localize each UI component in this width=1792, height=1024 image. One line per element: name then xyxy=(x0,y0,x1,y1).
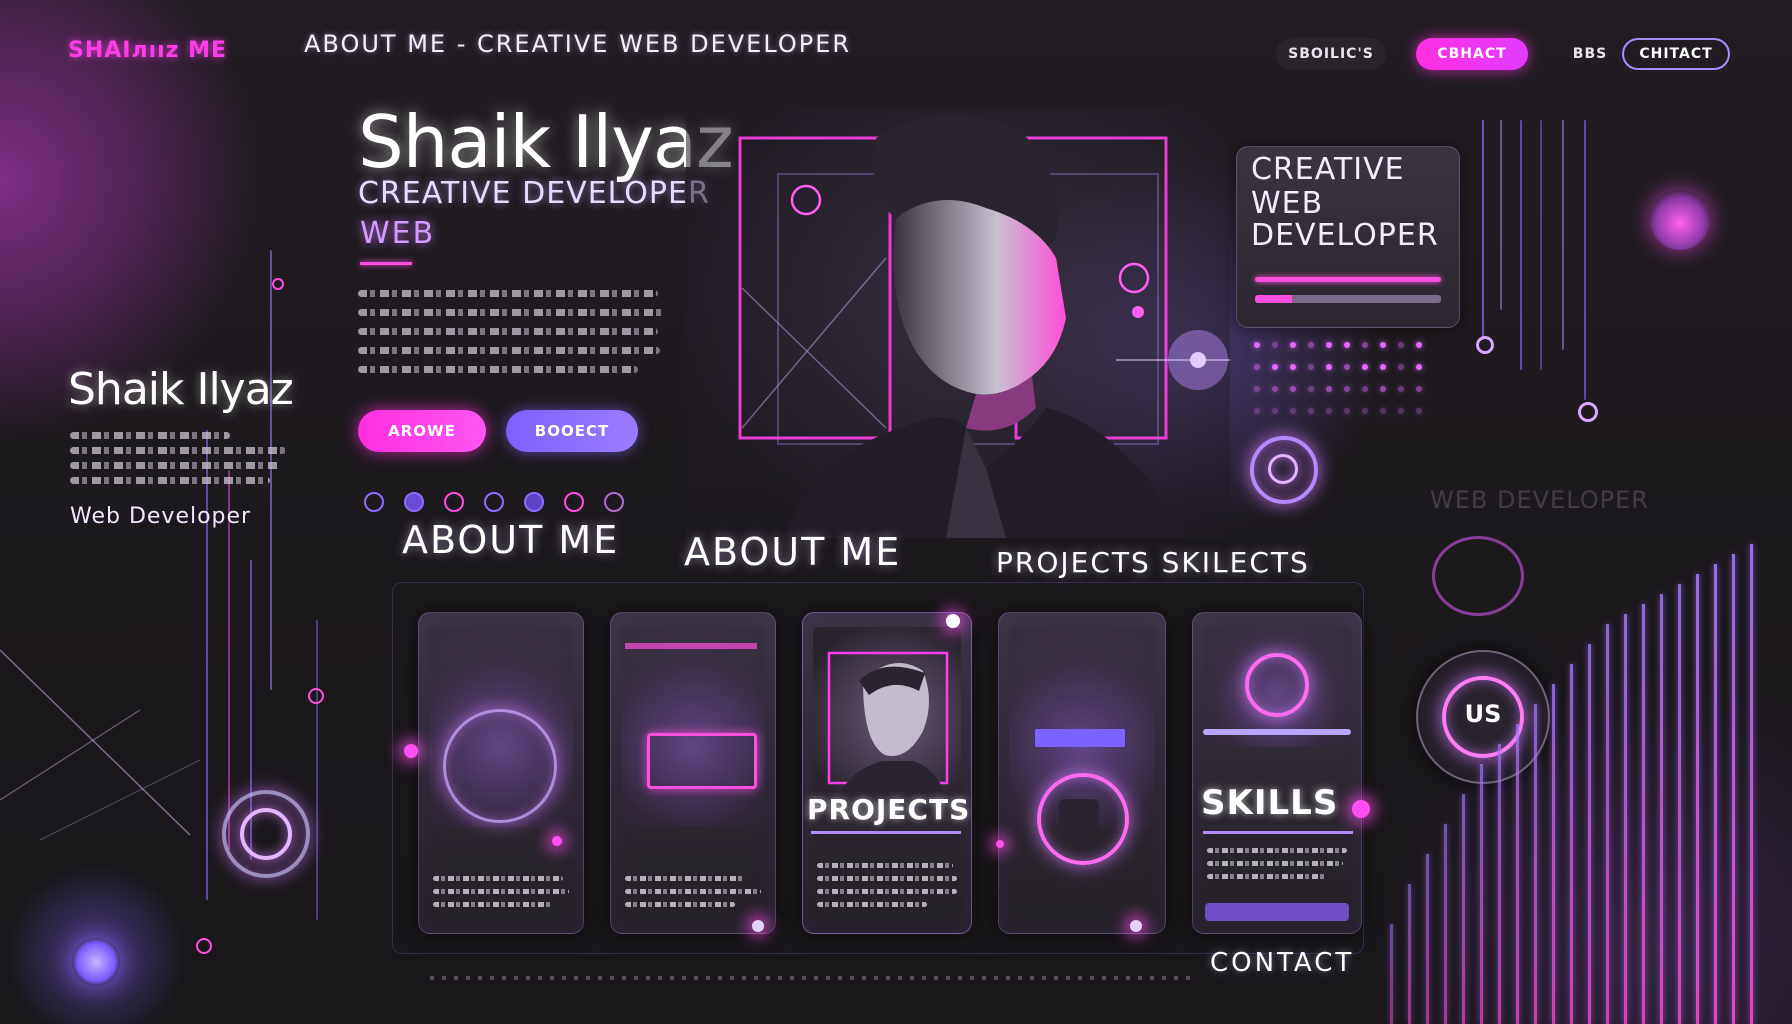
decor-dotted-line xyxy=(430,976,1190,980)
card-bar xyxy=(1035,729,1125,747)
sidebar-role: Web Developer xyxy=(70,504,252,529)
neon-ring-icon xyxy=(1245,653,1309,717)
nav-contact-outline-button[interactable]: CHITACT xyxy=(1622,38,1730,70)
decor-dot-icon xyxy=(196,938,212,954)
contact-button[interactable]: BOOECT xyxy=(506,410,638,452)
sidebar-name: Shaik Ilyaz xyxy=(68,364,294,415)
badge-button[interactable]: US xyxy=(1416,650,1550,784)
decor-dot-icon xyxy=(1578,402,1598,422)
nav-item-label: CBHACT xyxy=(1437,46,1507,62)
contact-button-label: BOOECT xyxy=(534,422,610,440)
developer-portrait-icon xyxy=(686,108,1286,538)
decor-vline xyxy=(1540,120,1542,370)
nav-item-label: BBS xyxy=(1572,46,1608,62)
portfolio-card[interactable] xyxy=(998,612,1166,934)
social-icon[interactable] xyxy=(524,492,544,512)
card-art xyxy=(621,627,765,827)
card-description xyxy=(433,868,569,915)
decor-vline xyxy=(1562,120,1564,350)
glow-dot-icon xyxy=(946,614,960,628)
projects-card[interactable]: PROJECTS xyxy=(802,612,972,934)
skills-progress-bar xyxy=(1205,903,1349,921)
section-heading-projects-skills: PROJECTS SKILECTS xyxy=(996,546,1310,579)
social-icon[interactable] xyxy=(484,492,504,512)
about-button[interactable]: AROWE xyxy=(358,410,486,452)
card-description xyxy=(625,868,761,915)
hero-description xyxy=(358,278,664,385)
projects-card-title: PROJECTS xyxy=(807,793,971,826)
right-info-card: CREATIVE WEB DEVELOPER xyxy=(1236,146,1460,328)
site-logo[interactable]: SHAIлıız ME xyxy=(68,38,227,63)
glowing-orb-icon xyxy=(1650,190,1710,250)
hero-portrait xyxy=(686,108,1286,538)
decor-dot-icon xyxy=(272,278,284,290)
neon-ring-icon xyxy=(1268,454,1298,484)
glowing-orb-icon xyxy=(72,938,120,986)
card-bar xyxy=(625,643,757,649)
nav-item-label: CHITACT xyxy=(1639,46,1713,62)
social-icons-row xyxy=(364,492,624,512)
neon-ring-icon xyxy=(1432,536,1524,616)
badge-label: US xyxy=(1464,700,1502,728)
neon-ring-icon xyxy=(240,808,292,860)
decor-dot-icon xyxy=(308,688,324,704)
decor-vline xyxy=(1482,120,1484,340)
right-card-line-3: DEVELOPER xyxy=(1251,218,1439,253)
right-card-line-1: CREATIVE xyxy=(1251,152,1405,187)
developer-portrait-icon xyxy=(827,651,949,811)
glow-dot-icon xyxy=(552,836,562,846)
right-card-line-2: WEB xyxy=(1251,186,1324,221)
about-button-label: AROWE xyxy=(388,422,456,440)
portfolio-card[interactable] xyxy=(610,612,776,934)
card-description xyxy=(817,855,957,915)
hero-name: Shaik Ilyaz xyxy=(358,100,734,184)
section-heading-about-center: ABOUT ME xyxy=(684,530,902,574)
social-icon[interactable] xyxy=(604,492,624,512)
nav-item-bbs[interactable]: BBS xyxy=(1566,38,1614,70)
decor-vline xyxy=(316,620,318,920)
header-title: ABOUT ME - CREATIVE WEB DEVELOPER xyxy=(304,30,852,58)
portfolio-card[interactable] xyxy=(418,612,584,934)
decor-vline xyxy=(1500,120,1502,310)
decor-diagonal-lines xyxy=(0,649,200,840)
section-heading-about: ABOUT ME xyxy=(402,518,620,562)
faint-label: WEB DEVELOPER xyxy=(1430,486,1649,514)
glow-dot-icon xyxy=(752,920,764,932)
nav-item-label: SBOILIC'S xyxy=(1288,46,1374,62)
decor-vline xyxy=(1520,120,1522,370)
social-icon[interactable] xyxy=(564,492,584,512)
card-bar xyxy=(1203,729,1351,735)
card-underline xyxy=(1203,831,1353,834)
code-icon xyxy=(1059,799,1099,833)
contact-link[interactable]: CONTACT xyxy=(1210,948,1354,978)
decor-vline xyxy=(1584,120,1586,400)
card-description xyxy=(1207,840,1347,887)
social-icon[interactable] xyxy=(404,492,424,512)
decor-dot-icon xyxy=(1476,336,1494,354)
neon-ring-icon xyxy=(443,709,557,823)
social-icon[interactable] xyxy=(444,492,464,512)
right-card-bar xyxy=(1255,277,1441,282)
decor-vline xyxy=(206,430,208,900)
card-underline xyxy=(811,831,961,834)
glow-dot-icon xyxy=(996,840,1004,848)
sidebar-description xyxy=(70,424,290,492)
nav-item-skills[interactable]: SBOILIC'S xyxy=(1276,38,1386,70)
browser-window-icon xyxy=(647,733,757,789)
glow-dot-icon xyxy=(1130,920,1142,932)
hero-underline xyxy=(360,262,412,265)
nav-item-contact-button[interactable]: CBHACT xyxy=(1416,38,1528,70)
skills-card[interactable]: SKILLS xyxy=(1192,612,1362,934)
hero-subtitle: CREATIVE DEVELOPER xyxy=(358,176,710,211)
glow-dot-icon xyxy=(1352,800,1370,818)
social-icon[interactable] xyxy=(364,492,384,512)
hero-subtitle-2: WEB xyxy=(360,216,436,251)
right-card-bar xyxy=(1255,295,1441,303)
skills-card-title: SKILLS xyxy=(1201,783,1339,823)
decor-dot-grid xyxy=(1254,342,1434,414)
glow-dot-icon xyxy=(404,744,418,758)
